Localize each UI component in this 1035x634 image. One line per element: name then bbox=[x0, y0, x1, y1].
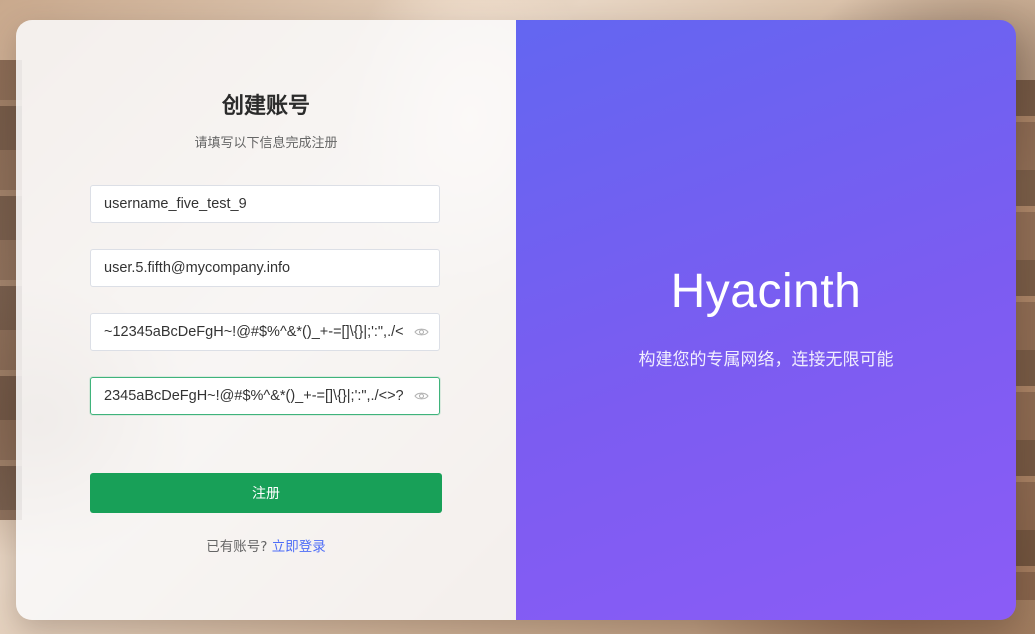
hero-panel: Hyacinth 构建您的专属网络，连接无限可能 bbox=[516, 20, 1016, 620]
login-prompt: 已有账号? 立即登录 bbox=[16, 535, 516, 555]
form-subtitle: 请填写以下信息完成注册 bbox=[194, 136, 338, 151]
username-value[interactable]: username_five_test_9 bbox=[104, 196, 429, 212]
username-field[interactable]: username_five_test_9 bbox=[90, 185, 440, 223]
confirm-password-visibility-eye-icon[interactable] bbox=[413, 388, 429, 404]
register-card: 创建账号 请填写以下信息完成注册 username_five_test_9 us… bbox=[16, 20, 1016, 620]
confirm-password-value[interactable]: 2345aBcDeFgH~!@#$%^&*()_+-=[]\{}|;':",./… bbox=[104, 388, 407, 404]
brand-name: Hyacinth bbox=[670, 265, 862, 318]
has-account-text: 已有账号? bbox=[206, 539, 268, 555]
login-link[interactable]: 立即登录 bbox=[272, 539, 326, 555]
email-value[interactable]: user.5.fifth@mycompany.info bbox=[104, 260, 429, 276]
password-value[interactable]: ~12345aBcDeFgH~!@#$%^&*()_+-=[]\{}|;':",… bbox=[104, 324, 407, 340]
password-visibility-eye-icon[interactable] bbox=[413, 324, 429, 340]
form-title: 创建账号 bbox=[221, 94, 310, 119]
password-field[interactable]: ~12345aBcDeFgH~!@#$%^&*()_+-=[]\{}|;':",… bbox=[90, 313, 440, 351]
register-form-panel: 创建账号 请填写以下信息完成注册 username_five_test_9 us… bbox=[16, 20, 516, 620]
brand-slogan: 构建您的专属网络，连接无限可能 bbox=[638, 350, 894, 370]
register-button[interactable]: 注册 bbox=[90, 473, 442, 513]
confirm-password-field[interactable]: 2345aBcDeFgH~!@#$%^&*()_+-=[]\{}|;':",./… bbox=[90, 377, 440, 415]
email-field[interactable]: user.5.fifth@mycompany.info bbox=[90, 249, 440, 287]
